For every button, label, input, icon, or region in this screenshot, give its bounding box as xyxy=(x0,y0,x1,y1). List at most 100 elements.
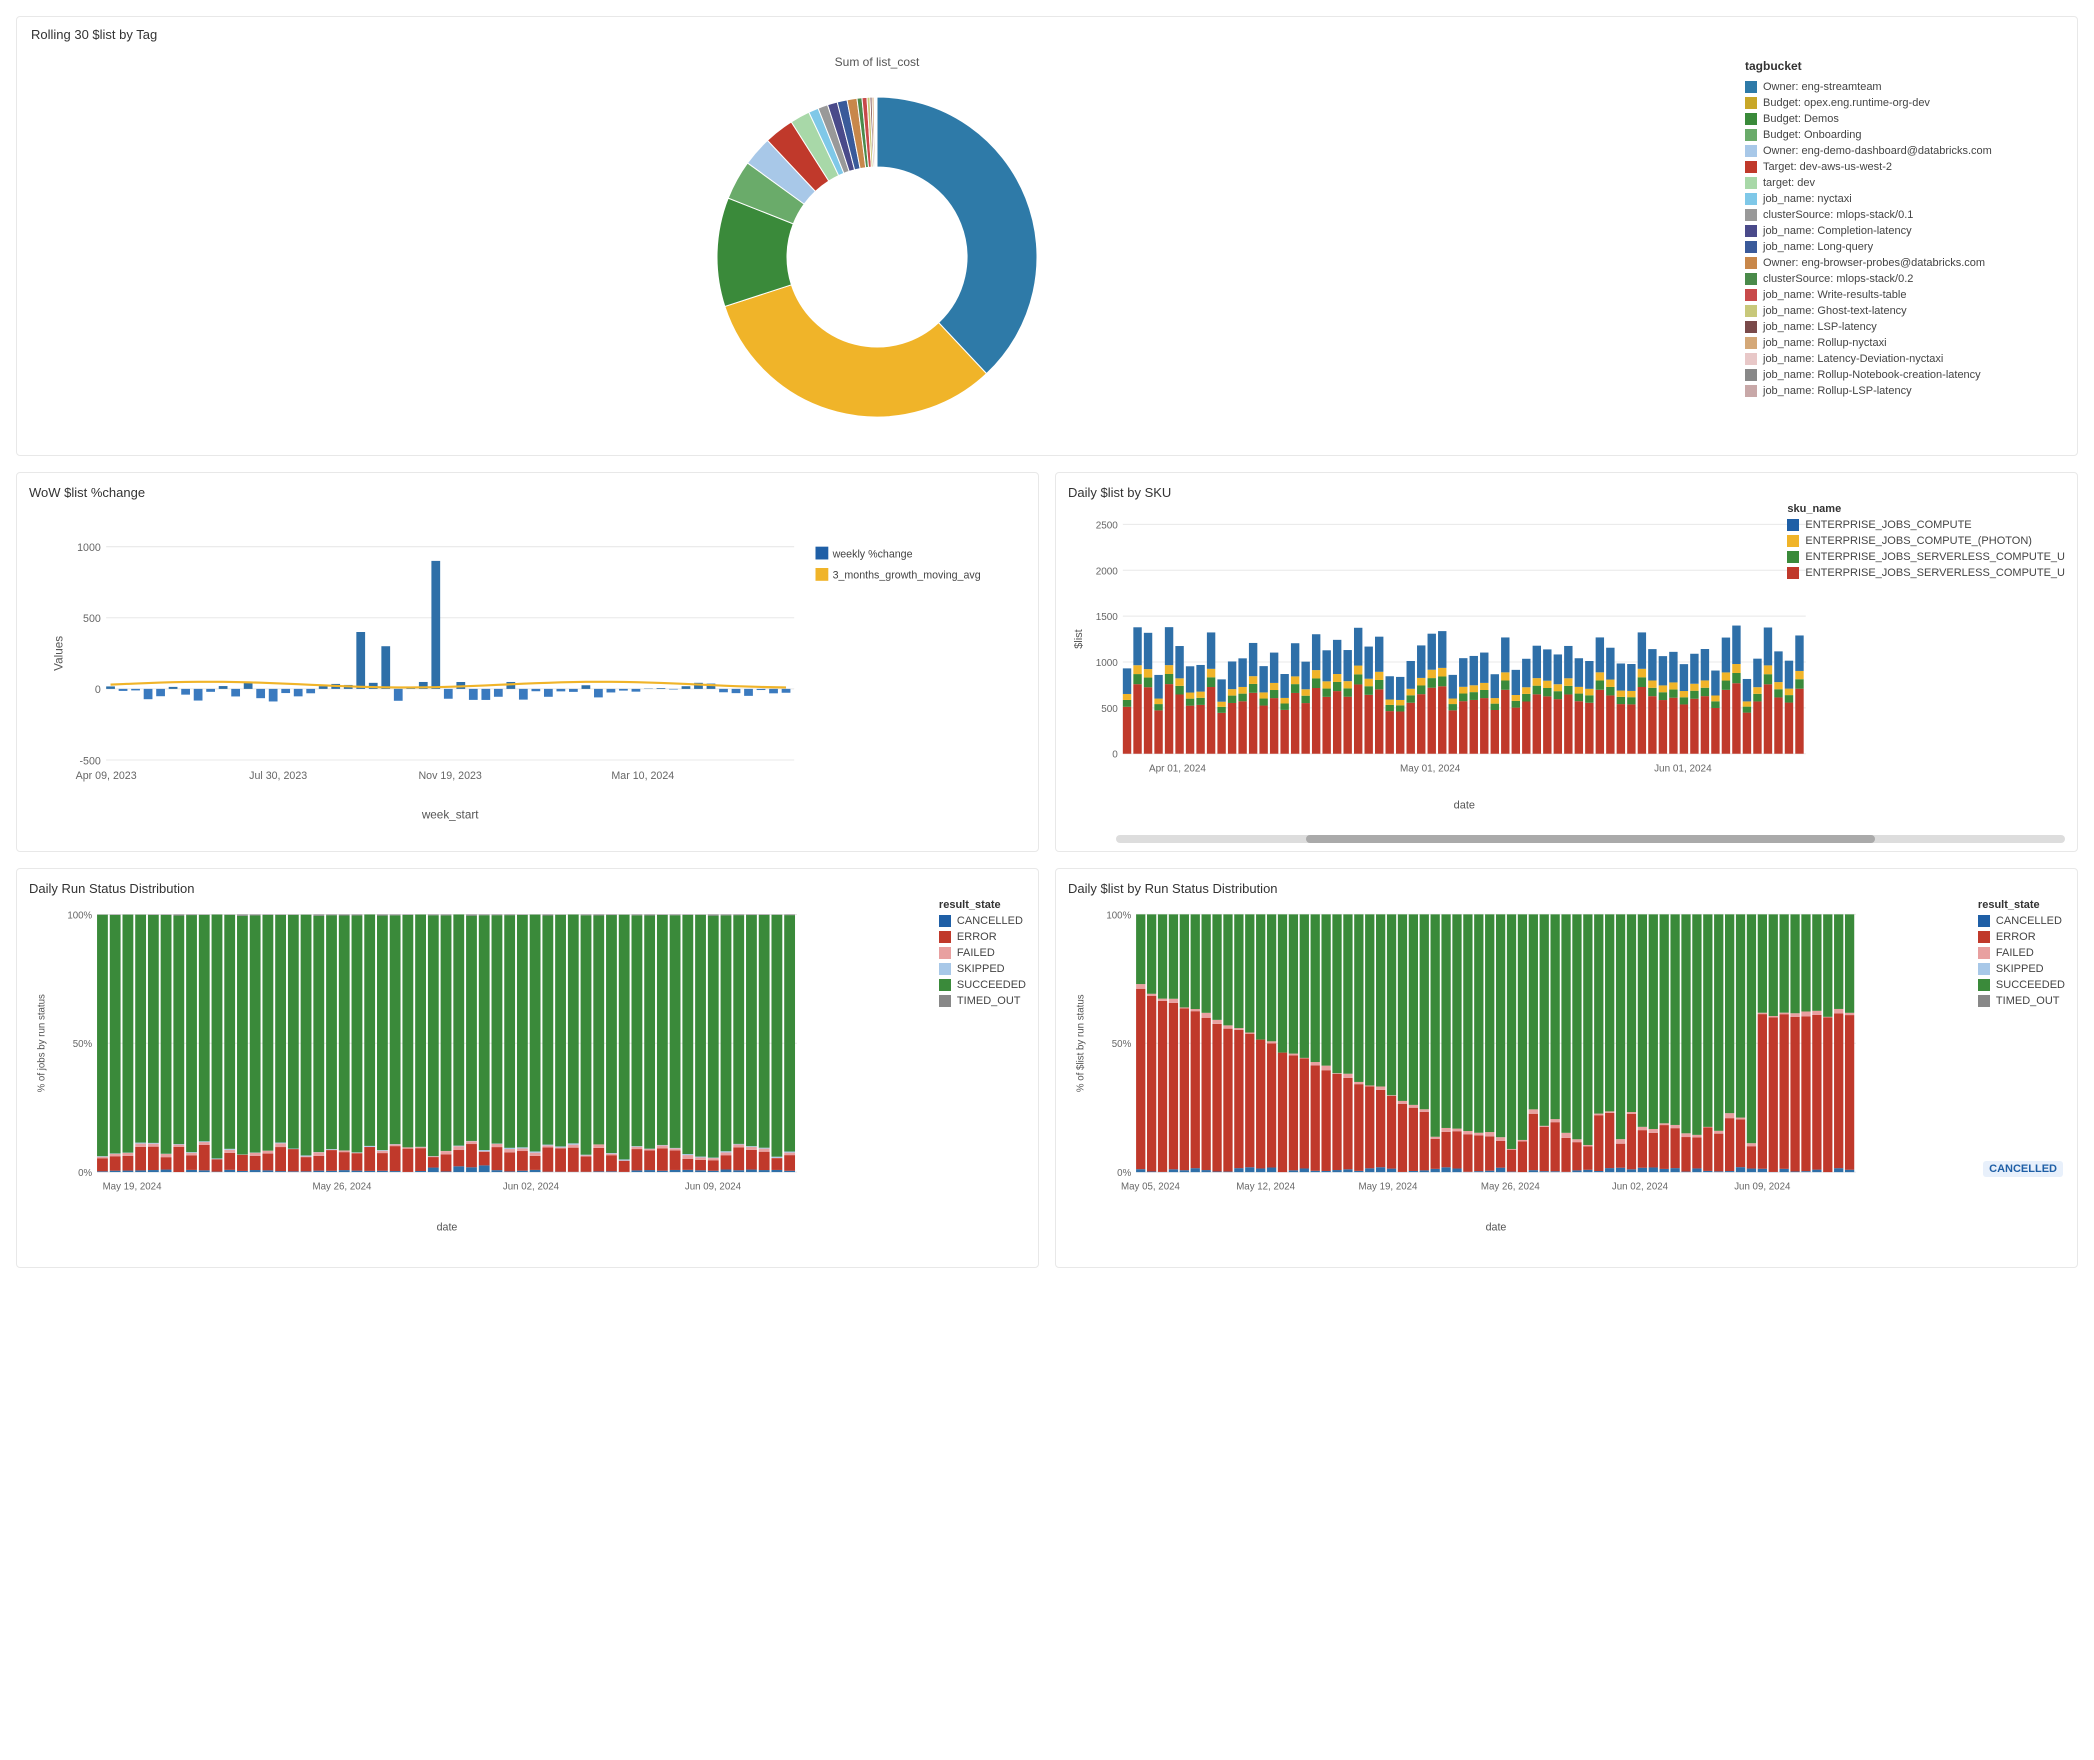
wow-chart: -50005001000Apr 09, 2023Jul 30, 2023Nov … xyxy=(29,504,1026,824)
legend-item: clusterSource: mlops-stack/0.2 xyxy=(1745,273,2055,285)
sku-legend-item: ENTERPRISE_JOBS_SERVERLESS_COMPUTE_U xyxy=(1787,551,2065,563)
donut-legend: Owner: eng-streamteam Budget: opex.eng.ru… xyxy=(1745,81,2055,397)
sku-legend-item: ENTERPRISE_JOBS_SERVERLESS_COMPUTE_U xyxy=(1787,567,2065,579)
list-run-status-legend-items: CANCELLEDERRORFAILEDSKIPPEDSUCCEEDEDTIME… xyxy=(1978,915,2065,1011)
run-status-legend-item: TIMED_OUT xyxy=(939,995,1026,1007)
legend-color-swatch xyxy=(1745,241,1757,253)
sku-legend-label: ENTERPRISE_JOBS_COMPUTE xyxy=(1805,519,1971,531)
sku-legend-label: ENTERPRISE_JOBS_COMPUTE_(PHOTON) xyxy=(1805,535,2032,547)
cancelled-badge: CANCELLED xyxy=(1983,1161,2063,1177)
legend-item: Owner: eng-demo-dashboard@databricks.com xyxy=(1745,145,2055,157)
legend-label: job_name: nyctaxi xyxy=(1763,193,1852,205)
scrollbar-thumb xyxy=(1306,835,1875,843)
legend-item: job_name: LSP-latency xyxy=(1745,321,2055,333)
sku-legend-item: ENTERPRISE_JOBS_COMPUTE xyxy=(1787,519,2065,531)
svg-text:Apr 01, 2024: Apr 01, 2024 xyxy=(1149,764,1206,775)
svg-text:May 01, 2024: May 01, 2024 xyxy=(1400,764,1461,775)
legend-color-swatch xyxy=(1745,193,1757,205)
wow-title: WoW $list %change xyxy=(29,485,1026,500)
donut-chart xyxy=(697,77,1057,437)
sku-legend-items: ENTERPRISE_JOBS_COMPUTE ENTERPRISE_JOBS_C… xyxy=(1787,519,2065,583)
list-run-status-legend-item: ERROR xyxy=(1978,931,2065,943)
bottom-section: Daily Run Status Distribution result_sta… xyxy=(16,868,2078,1268)
svg-text:50%: 50% xyxy=(1112,1039,1132,1050)
legend-color-swatch xyxy=(1745,385,1757,397)
legend-label: Budget: Onboarding xyxy=(1763,129,1861,141)
legend-swatch xyxy=(1978,915,1990,927)
legend-color-swatch xyxy=(1745,129,1757,141)
legend-color-swatch xyxy=(1745,177,1757,189)
wow-panel: WoW $list %change -50005001000Apr 09, 20… xyxy=(16,472,1039,852)
legend-item: job_name: Rollup-Notebook-creation-laten… xyxy=(1745,369,2055,381)
svg-text:-500: -500 xyxy=(80,755,101,767)
run-status-chart: 0%50%100%May 19, 2024May 26, 2024Jun 02,… xyxy=(29,900,807,1240)
legend-swatch xyxy=(939,915,951,927)
legend-item: job_name: Completion-latency xyxy=(1745,225,2055,237)
svg-text:May 19, 2024: May 19, 2024 xyxy=(1359,1182,1418,1193)
svg-text:0%: 0% xyxy=(1117,1168,1131,1179)
legend-item: job_name: Long-query xyxy=(1745,241,2055,253)
svg-text:500: 500 xyxy=(83,613,101,625)
sku-legend-label: ENTERPRISE_JOBS_SERVERLESS_COMPUTE_U xyxy=(1805,551,2065,563)
run-status-label: SKIPPED xyxy=(957,963,1005,975)
legend-swatch xyxy=(939,995,951,1007)
middle-section: WoW $list %change -50005001000Apr 09, 20… xyxy=(16,472,2078,852)
legend-color-swatch xyxy=(1745,289,1757,301)
legend-swatch xyxy=(939,947,951,959)
svg-text:May 26, 2024: May 26, 2024 xyxy=(1481,1182,1540,1193)
legend-label: Owner: eng-streamteam xyxy=(1763,81,1882,93)
list-run-status-label: SUCCEEDED xyxy=(1996,979,2065,991)
legend-swatch xyxy=(1787,567,1799,579)
donut-legend-area: tagbucket Owner: eng-streamteamBudget: o… xyxy=(1725,49,2065,443)
run-status-panel: Daily Run Status Distribution result_sta… xyxy=(16,868,1039,1268)
list-run-status-legend-title: result_state xyxy=(1978,899,2065,911)
legend-item: job_name: Rollup-LSP-latency xyxy=(1745,385,2055,397)
list-run-status-legend-item: FAILED xyxy=(1978,947,2065,959)
legend-item: Budget: Demos xyxy=(1745,113,2055,125)
svg-text:0: 0 xyxy=(1112,750,1118,761)
list-run-status-legend-item: SKIPPED xyxy=(1978,963,2065,975)
run-status-label: SUCCEEDED xyxy=(957,979,1026,991)
svg-text:date: date xyxy=(1486,1221,1507,1233)
legend-swatch xyxy=(939,963,951,975)
legend-item: target: dev xyxy=(1745,177,2055,189)
legend-color-swatch xyxy=(1745,353,1757,365)
legend-swatch xyxy=(1978,947,1990,959)
svg-text:May 26, 2024: May 26, 2024 xyxy=(313,1182,372,1193)
scrollbar[interactable] xyxy=(1116,835,2065,843)
run-status-label: ERROR xyxy=(957,931,997,943)
legend-color-swatch xyxy=(1745,161,1757,173)
dashboard: Rolling 30 $list by Tag Sum of list_cost… xyxy=(0,0,2094,1760)
legend-item: Budget: opex.eng.runtime-org-dev xyxy=(1745,97,2055,109)
legend-label: Budget: Demos xyxy=(1763,113,1839,125)
top-section: Rolling 30 $list by Tag Sum of list_cost… xyxy=(16,16,2078,456)
legend-swatch xyxy=(1978,995,1990,1007)
svg-text:2500: 2500 xyxy=(1096,520,1119,531)
top-chart-title: Rolling 30 $list by Tag xyxy=(31,27,157,42)
svg-text:1000: 1000 xyxy=(77,542,101,554)
legend-label: job_name: Rollup-nyctaxi xyxy=(1763,337,1887,349)
daily-sku-title: Daily $list by SKU xyxy=(1068,485,2065,500)
legend-label: Budget: opex.eng.runtime-org-dev xyxy=(1763,97,1930,109)
legend-label: job_name: Long-query xyxy=(1763,241,1873,253)
legend-color-swatch xyxy=(1745,209,1757,221)
legend-label: job_name: Latency-Deviation-nyctaxi xyxy=(1763,353,1943,365)
legend-label: job_name: LSP-latency xyxy=(1763,321,1877,333)
list-run-status-label: ERROR xyxy=(1996,931,2036,943)
legend-color-swatch xyxy=(1745,257,1757,269)
list-run-status-legend-item: TIMED_OUT xyxy=(1978,995,2065,1007)
sku-legend-label: ENTERPRISE_JOBS_SERVERLESS_COMPUTE_U xyxy=(1805,567,2065,579)
list-run-status-label: TIMED_OUT xyxy=(1996,995,2060,1007)
legend-swatch xyxy=(939,931,951,943)
svg-text:100%: 100% xyxy=(1106,910,1131,921)
daily-sku-legend: sku_name ENTERPRISE_JOBS_COMPUTEENTERPRI… xyxy=(1787,503,2065,583)
svg-text:May 19, 2024: May 19, 2024 xyxy=(103,1182,162,1193)
svg-text:1500: 1500 xyxy=(1096,612,1119,623)
legend-item: Budget: Onboarding xyxy=(1745,129,2055,141)
legend-swatch xyxy=(1787,535,1799,547)
legend-label: job_name: Write-results-table xyxy=(1763,289,1906,301)
sku-legend-title: sku_name xyxy=(1787,503,2065,515)
list-run-status-legend-item: SUCCEEDED xyxy=(1978,979,2065,991)
legend-item: Target: dev-aws-us-west-2 xyxy=(1745,161,2055,173)
sku-legend-item: ENTERPRISE_JOBS_COMPUTE_(PHOTON) xyxy=(1787,535,2065,547)
